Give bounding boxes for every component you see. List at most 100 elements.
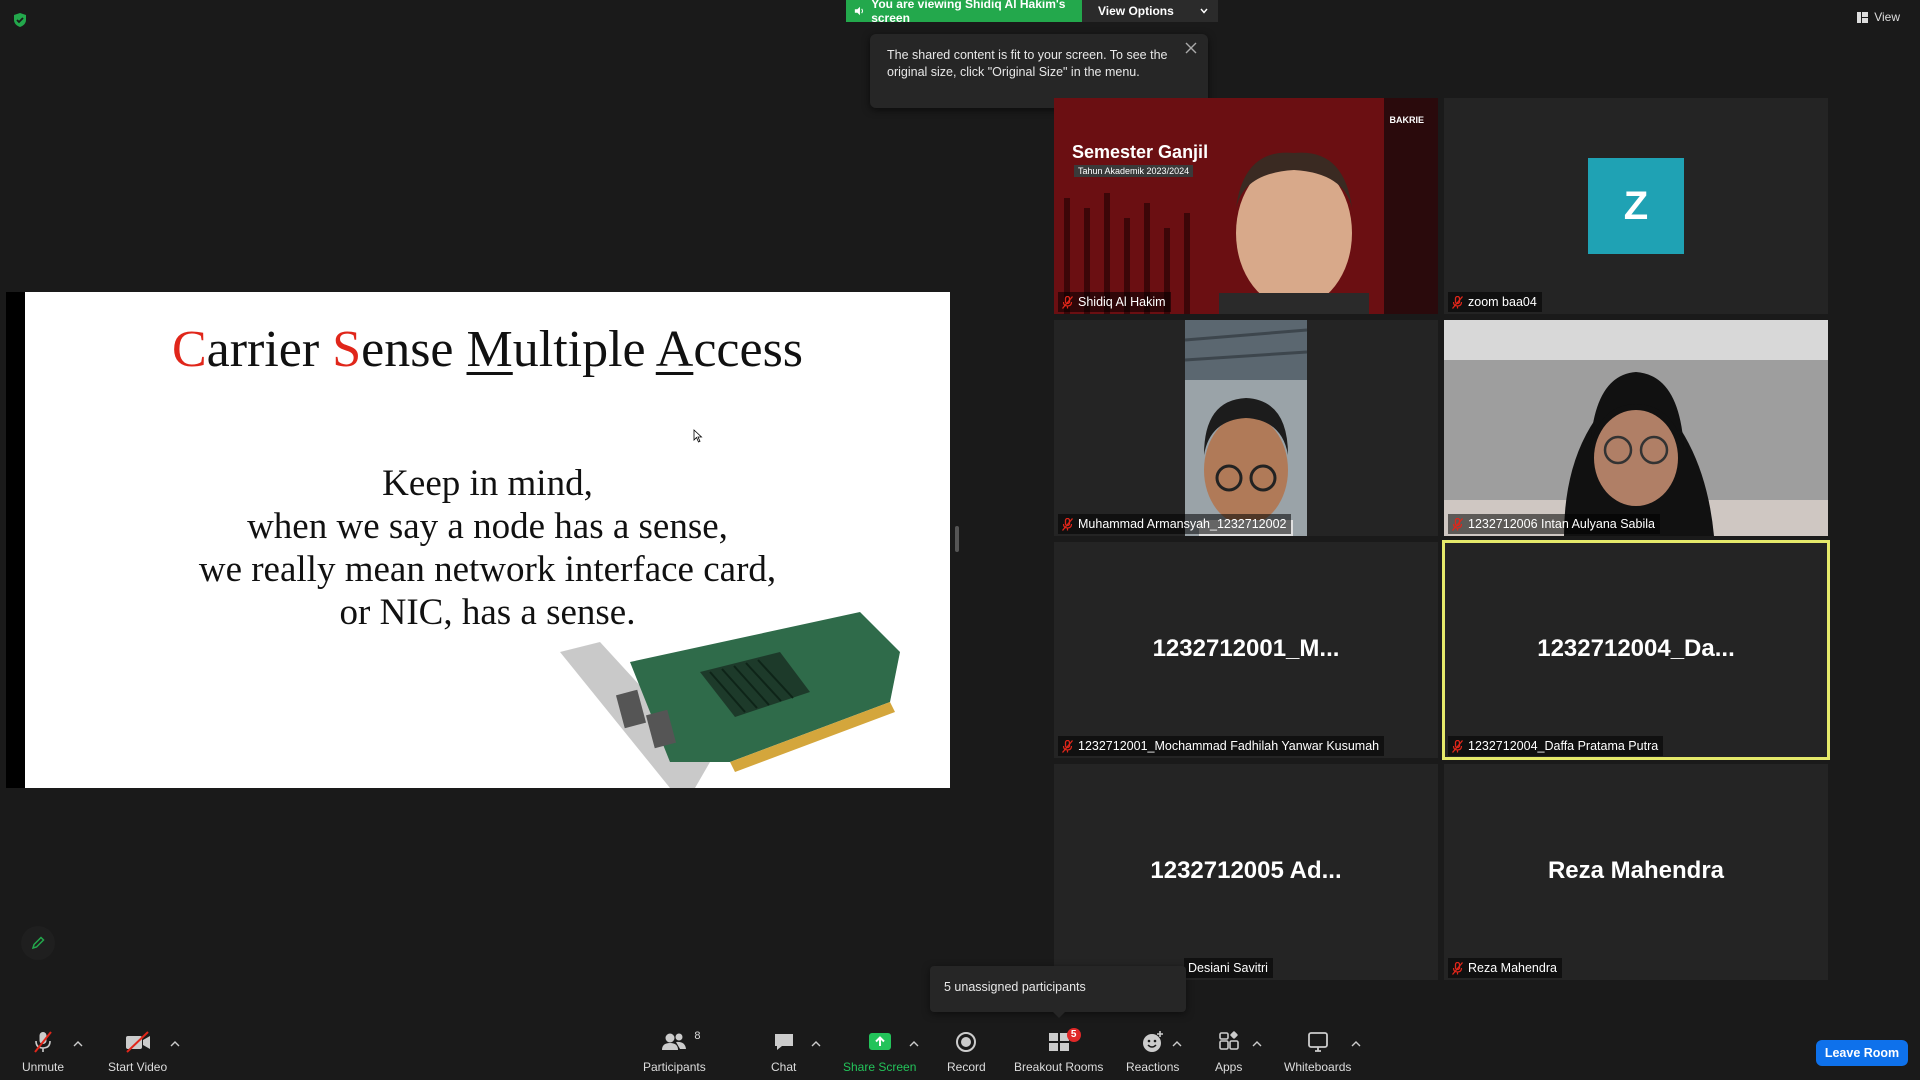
- participant-name-label: Reza Mahendra: [1448, 958, 1562, 978]
- university-logo: BAKRIE: [1389, 115, 1424, 125]
- video-tile-reza[interactable]: Reza Mahendra Reza Mahendra: [1444, 764, 1828, 980]
- participant-video: [1184, 320, 1308, 536]
- muted-mic-icon: [1452, 739, 1463, 753]
- participant-name: 1232712001_Mochammad Fadhilah Yanwar Kus…: [1078, 739, 1380, 753]
- whiteboards-options-caret-icon[interactable]: [1351, 1040, 1361, 1048]
- participants-icon: [662, 1033, 687, 1050]
- slide-line: Keep in mind,: [382, 463, 593, 504]
- participant-name: zoom baa04: [1468, 295, 1537, 309]
- whiteboard-icon: [1307, 1032, 1328, 1052]
- mouse-pointer-icon: [693, 429, 703, 443]
- apps-button[interactable]: Apps: [1215, 1030, 1242, 1074]
- breakout-rooms-label: Breakout Rooms: [1014, 1060, 1104, 1074]
- muted-mic-icon: [1452, 961, 1463, 975]
- pencil-icon: [31, 936, 45, 950]
- muted-mic-icon: [1062, 739, 1073, 753]
- participant-display-name: 1232712005 Ad...: [1150, 857, 1342, 884]
- reactions-icon: [1142, 1031, 1163, 1052]
- slide-line: when we say a node has a sense,: [247, 506, 728, 547]
- share-options-caret-icon[interactable]: [909, 1040, 919, 1048]
- unassigned-participants-popup[interactable]: 5 unassigned participants: [930, 966, 1186, 1012]
- annotate-button[interactable]: [21, 926, 55, 960]
- chat-icon: [774, 1034, 793, 1050]
- leave-room-button[interactable]: Leave Room: [1816, 1040, 1908, 1066]
- participant-video: [1444, 320, 1828, 536]
- video-options-caret-icon[interactable]: [170, 1040, 180, 1048]
- muted-mic-icon: [1062, 517, 1073, 531]
- chat-options-caret-icon[interactable]: [811, 1040, 821, 1048]
- whiteboards-label: Whiteboards: [1284, 1060, 1352, 1074]
- close-icon[interactable]: [1184, 41, 1198, 55]
- audio-options-caret-icon[interactable]: [73, 1040, 83, 1048]
- split-view-handle[interactable]: [955, 526, 959, 552]
- notice-text: 5 unassigned participants: [944, 980, 1086, 994]
- slide-line: we really mean network interface card,: [198, 549, 777, 590]
- tooltip-text: The shared content is fit to your screen…: [887, 48, 1168, 79]
- participant-name: Shidiq Al Hakim: [1078, 295, 1166, 309]
- video-overlay-subtitle: Tahun Akademik 2023/2024: [1074, 165, 1194, 177]
- view-options-label: View Options: [1098, 4, 1174, 18]
- video-tile-zoom-baa04[interactable]: Z zoom baa04: [1444, 98, 1828, 314]
- participants-count: 8: [694, 1030, 701, 1042]
- viewing-status-text: You are viewing Shidiq Al Hakim's screen: [871, 0, 1066, 25]
- speaker-icon: [854, 6, 864, 16]
- chat-button[interactable]: Chat: [771, 1030, 796, 1074]
- chevron-down-icon: [1200, 8, 1208, 14]
- video-tile-desiani[interactable]: 1232712005 Ad... Desiani Savitri: [1054, 764, 1438, 980]
- participant-name-label: zoom baa04: [1448, 292, 1542, 312]
- video-overlay-title: Semester Ganjil: [1072, 142, 1209, 162]
- view-options-button[interactable]: View Options: [1082, 0, 1218, 22]
- video-tile-muhammad[interactable]: Muhammad Armansyah_1232712002: [1054, 320, 1438, 536]
- video-tile-shidiq[interactable]: Semester Ganjil Tahun Akademik 2023/2024…: [1054, 98, 1438, 314]
- leave-room-label: Leave Room: [1824, 1046, 1900, 1060]
- popup-arrow: [1052, 1011, 1066, 1018]
- participant-name: Reza Mahendra: [1468, 961, 1557, 975]
- participant-name-label: Shidiq Al Hakim: [1058, 292, 1171, 312]
- video-tile-intan[interactable]: 1232712006 Intan Aulyana Sabila: [1444, 320, 1828, 536]
- whiteboards-button[interactable]: Whiteboards: [1284, 1030, 1351, 1074]
- reactions-label: Reactions: [1126, 1060, 1180, 1074]
- breakout-rooms-button[interactable]: 5 Breakout Rooms: [1014, 1028, 1104, 1074]
- video-tile-mochammad[interactable]: 1232712001_M... 1232712001_Mochammad Fad…: [1054, 542, 1438, 758]
- grid-view-icon: [1857, 11, 1869, 23]
- participants-button[interactable]: 8 Participants: [643, 1030, 706, 1074]
- share-screen-button[interactable]: Share Screen: [843, 1030, 916, 1074]
- record-button[interactable]: Record: [947, 1030, 986, 1074]
- participants-label: Participants: [643, 1060, 706, 1074]
- video-tile-daffa-active-speaker[interactable]: 1232712004_Da... 1232712004_Daffa Pratam…: [1442, 540, 1830, 760]
- unmute-button[interactable]: Unmute: [22, 1030, 64, 1074]
- participant-name: Desiani Savitri: [1188, 961, 1268, 975]
- apps-label: Apps: [1215, 1060, 1243, 1074]
- participant-display-name: 1232712004_Da...: [1537, 635, 1735, 662]
- muted-mic-icon: [34, 1031, 52, 1053]
- presenter-video: [1054, 98, 1438, 314]
- participant-name-label: 1232712006 Intan Aulyana Sabila: [1448, 514, 1660, 534]
- breakout-badge: 5: [1066, 1028, 1081, 1042]
- record-icon: [956, 1032, 977, 1052]
- participant-name: 1232712004_Daffa Pratama Putra: [1468, 739, 1659, 753]
- view-label: View: [1874, 10, 1900, 24]
- reactions-options-caret-icon[interactable]: [1172, 1040, 1182, 1048]
- screen-share-banner: You are viewing Shidiq Al Hakim's screen…: [846, 0, 1218, 25]
- apps-options-caret-icon[interactable]: [1252, 1040, 1262, 1048]
- participant-name: 1232712006 Intan Aulyana Sabila: [1468, 517, 1655, 531]
- participant-name: Muhammad Armansyah_1232712002: [1078, 517, 1287, 531]
- unmute-label: Unmute: [22, 1060, 65, 1074]
- start-video-button[interactable]: Start Video: [108, 1030, 167, 1074]
- muted-mic-icon: [1452, 517, 1463, 531]
- muted-mic-icon: [1062, 295, 1073, 309]
- shared-slide: Carrier Sense Multiple Access Keep in mi…: [25, 292, 950, 788]
- view-button[interactable]: View: [1857, 10, 1900, 24]
- share-screen-label: Share Screen: [843, 1060, 917, 1074]
- apps-icon: [1218, 1031, 1239, 1050]
- viewing-status: You are viewing Shidiq Al Hakim's screen: [846, 0, 1082, 25]
- participant-name-label: 1232712001_Mochammad Fadhilah Yanwar Kus…: [1058, 736, 1385, 756]
- start-video-label: Start Video: [108, 1060, 168, 1074]
- participant-name-label: 1232712004_Daffa Pratama Putra: [1448, 736, 1664, 756]
- participant-display-name: 1232712001_M...: [1152, 635, 1340, 662]
- record-label: Record: [947, 1060, 986, 1074]
- security-shield-icon[interactable]: [12, 12, 28, 28]
- reactions-button[interactable]: Reactions: [1126, 1030, 1179, 1074]
- avatar: Z: [1588, 158, 1684, 254]
- chat-label: Chat: [771, 1060, 797, 1074]
